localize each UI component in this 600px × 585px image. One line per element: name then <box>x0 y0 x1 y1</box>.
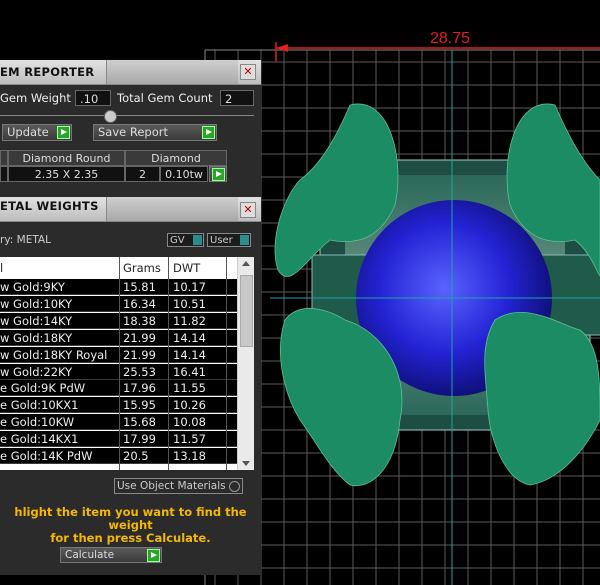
row-grams: 17.96 <box>123 381 156 396</box>
gem-row-size[interactable]: 2.35 X 2.35 <box>8 166 125 182</box>
row-name: w Gold:22KY <box>0 364 73 379</box>
row-grams: 20.5 <box>123 449 149 463</box>
row-grams: 16.34 <box>123 296 156 311</box>
hint-line-1: hlight the item you want to find the wei… <box>14 505 247 532</box>
gem-reporter-title: EM REPORTER <box>0 65 95 79</box>
row-dwt: 10.26 <box>173 398 206 413</box>
row-grams: 21.99 <box>123 330 156 345</box>
row-dwt: 10.51 <box>173 296 206 311</box>
gem-col-header-1: Diamond Round <box>8 150 125 166</box>
col-divider <box>168 257 169 470</box>
play-icon <box>212 168 225 181</box>
row-name: w Gold:18KY <box>0 330 73 345</box>
toggle-knob <box>240 235 249 245</box>
calculate-button[interactable]: Calculate <box>60 547 162 563</box>
row-dwt: 16.41 <box>173 364 206 379</box>
scroll-up-icon[interactable] <box>242 261 250 266</box>
instruction-text: hlight the item you want to find the wei… <box>0 506 261 545</box>
play-icon <box>57 126 70 139</box>
row-name: e Gold:10KX1 <box>0 398 79 413</box>
user-label: User <box>210 235 233 246</box>
col-divider <box>119 257 120 470</box>
row-dwt: 14.14 <box>173 347 206 362</box>
play-icon <box>147 549 160 562</box>
gv-label: GV <box>170 235 185 246</box>
category-label: ry: METAL <box>0 234 51 246</box>
update-label: Update <box>7 125 49 139</box>
row-name: e Gold:10KW <box>0 415 75 430</box>
row-name: e Gold:14KX1 <box>0 432 79 447</box>
col-header-material[interactable]: l <box>0 261 3 275</box>
row-dwt: 11.55 <box>173 381 206 396</box>
calculate-label: Calculate <box>65 549 115 561</box>
total-gem-count-field[interactable]: 2 <box>220 90 254 106</box>
gem-col-header-2: Diamond <box>125 150 227 166</box>
use-object-materials-checkbox[interactable]: Use Object Materials <box>114 478 243 494</box>
gem-row-count[interactable]: 2 <box>125 166 160 182</box>
row-grams: 21.99 <box>123 347 156 362</box>
row-dwt: 11.57 <box>173 432 206 447</box>
gem-table-corner <box>0 150 8 166</box>
row-dwt: 13.18 <box>173 449 206 463</box>
gem-weight-label: Gem Weight <box>0 91 71 105</box>
toggle-knob <box>193 235 202 245</box>
titlebar-tab-area <box>106 197 238 221</box>
row-grams: 18.38 <box>123 313 156 328</box>
scroll-thumb[interactable] <box>240 275 253 347</box>
metal-weights-title: ETAL WEIGHTS <box>0 199 99 213</box>
update-button[interactable]: Update <box>2 124 72 141</box>
save-report-label: Save Report <box>98 125 169 139</box>
row-name: w Gold:14KY <box>0 313 73 328</box>
metal-weights-titlebar[interactable]: ETAL WEIGHTS ✕ <box>0 197 261 222</box>
row-grams: 15.68 <box>123 415 156 430</box>
gem-row-weight[interactable]: 0.10tw <box>160 166 208 182</box>
scroll-down-icon[interactable] <box>242 461 250 466</box>
slider-handle[interactable] <box>104 110 117 123</box>
total-gem-count-label: Total Gem Count <box>117 91 213 105</box>
hint-line-2: for then press Calculate. <box>50 531 211 545</box>
col-divider <box>226 257 227 470</box>
row-name: w Gold:9KY <box>0 280 65 294</box>
gem-weight-field[interactable]: .10 <box>75 90 111 106</box>
save-report-button[interactable]: Save Report <box>93 124 217 141</box>
col-header-grams[interactable]: Grams <box>123 261 161 275</box>
use-object-materials-label: Use Object Materials <box>117 480 226 492</box>
slider-track[interactable] <box>0 115 254 116</box>
row-dwt: 10.17 <box>173 280 206 294</box>
row-name: w Gold:18KY Royal <box>0 347 108 362</box>
row-grams: 25.53 <box>123 364 156 379</box>
gem-row-go-button[interactable] <box>209 166 227 182</box>
radio-icon <box>229 481 240 492</box>
row-name: e Gold:9K PdW <box>0 381 86 396</box>
titlebar-tab-area <box>106 60 238 84</box>
row-name: w Gold:10KY <box>0 296 73 311</box>
list-scrollbar[interactable] <box>237 257 254 470</box>
row-grams: 15.95 <box>123 398 156 413</box>
gv-toggle[interactable]: GV <box>167 233 204 247</box>
row-dwt: 10.08 <box>173 415 206 430</box>
close-icon[interactable]: ✕ <box>240 64 256 80</box>
gem-row-marker <box>0 166 8 182</box>
row-grams: 17.99 <box>123 432 156 447</box>
row-name: e Gold:14K PdW <box>0 449 93 463</box>
gem-reporter-titlebar[interactable]: EM REPORTER ✕ <box>0 60 261 85</box>
row-dwt: 14.14 <box>173 330 206 345</box>
metal-weights-list[interactable]: l Grams DWT w Gold:9KY 15.81 10.17 w Gold:1… <box>0 257 254 470</box>
dimension-label: 28.75 <box>430 30 471 47</box>
col-header-dwt[interactable]: DWT <box>173 261 200 275</box>
user-toggle[interactable]: User <box>207 233 251 247</box>
play-icon <box>202 126 215 139</box>
close-icon[interactable]: ✕ <box>240 202 256 218</box>
row-dwt: 11.82 <box>173 313 206 328</box>
row-grams: 15.81 <box>123 280 156 294</box>
gem-reporter-panel: EM REPORTER ✕ Gem Weight .10 Total Gem C… <box>0 60 261 197</box>
